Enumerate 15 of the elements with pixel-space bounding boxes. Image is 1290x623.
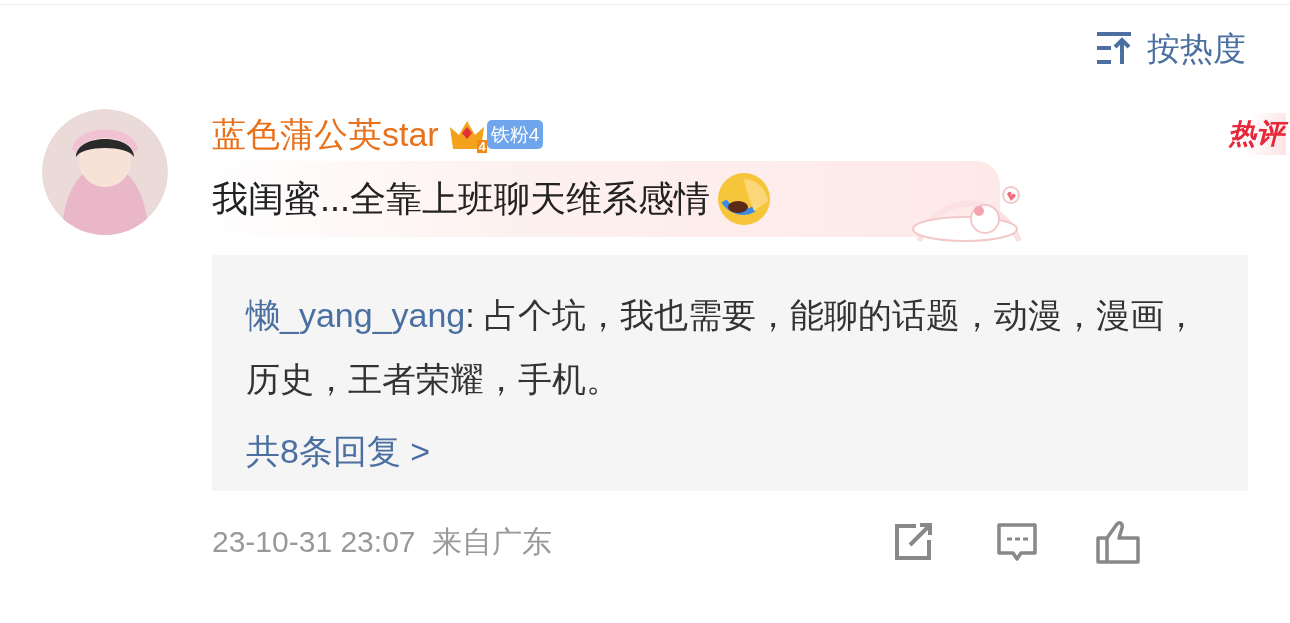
crown-level: 4 [477,140,487,153]
location: 来自广东 [431,527,552,557]
like-icon[interactable] [1096,520,1140,564]
share-icon[interactable] [894,523,934,561]
comment-text: 我闺蜜...全靠上班聊天维系感情 [212,181,710,217]
avatar[interactable] [42,109,168,235]
sort-button[interactable]: 按热度 [1095,31,1246,65]
comment-icon[interactable] [996,522,1038,562]
more-replies-link[interactable]: 共8条回复 > [246,411,1214,491]
reply-text: 懒_yang_yang: 占个坑，我也需要，能聊的话题，动漫，漫画，历史，王者荣耀，手机。 [246,295,1200,400]
facepalm-emoji-icon [716,171,772,227]
timestamp: 23-10-31 23:07 [212,527,416,557]
reply-author-link[interactable]: 懒_yang_yang [246,296,466,334]
fan-badge: 铁粉4 [486,119,544,149]
username[interactable]: 蓝色蒲公英star [212,117,439,151]
